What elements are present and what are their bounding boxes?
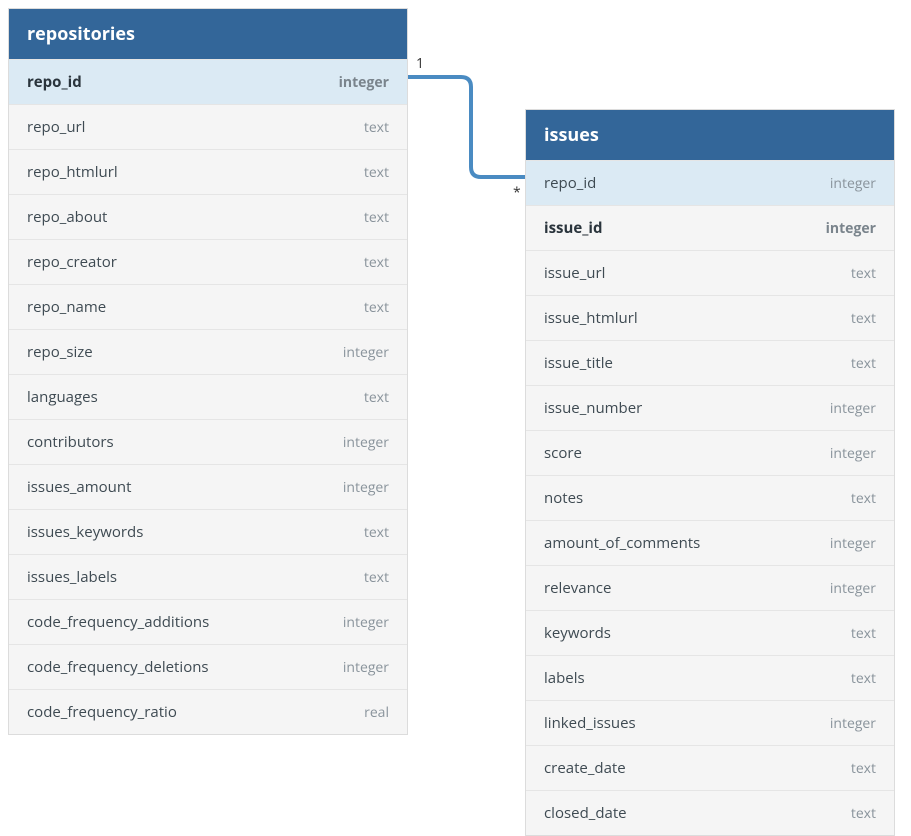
- column-row: keywords text: [526, 610, 894, 655]
- column-row: languages text: [9, 374, 407, 419]
- column-row: notes text: [526, 475, 894, 520]
- column-name: issue_title: [544, 353, 613, 373]
- column-name: languages: [27, 387, 98, 407]
- column-name: repo_about: [27, 207, 107, 227]
- column-type: text: [364, 298, 389, 317]
- column-row: repo_id integer: [9, 59, 407, 104]
- column-row: repo_name text: [9, 284, 407, 329]
- column-row: repo_id integer: [526, 160, 894, 205]
- column-type: real: [364, 703, 389, 722]
- column-row: issue_title text: [526, 340, 894, 385]
- column-row: repo_creator text: [9, 239, 407, 284]
- column-row: code_frequency_ratio real: [9, 689, 407, 734]
- column-name: amount_of_comments: [544, 533, 700, 553]
- column-type: text: [364, 523, 389, 542]
- column-type: integer: [343, 478, 389, 497]
- column-type: integer: [826, 219, 876, 238]
- column-row: code_frequency_deletions integer: [9, 644, 407, 689]
- column-name: relevance: [544, 578, 611, 598]
- column-type: text: [364, 208, 389, 227]
- column-row: create_date text: [526, 745, 894, 790]
- column-type: integer: [343, 613, 389, 632]
- column-type: text: [364, 118, 389, 137]
- column-name: notes: [544, 488, 583, 508]
- column-name: issues_keywords: [27, 522, 143, 542]
- column-name: closed_date: [544, 803, 627, 823]
- column-name: repo_name: [27, 297, 106, 317]
- column-name: code_frequency_deletions: [27, 657, 209, 677]
- table-repositories: repositories repo_idintegerrepo_urltextr…: [8, 8, 408, 735]
- column-row: issue_id integer: [526, 205, 894, 250]
- column-row: labels text: [526, 655, 894, 700]
- column-type: text: [364, 163, 389, 182]
- column-name: repo_id: [27, 72, 82, 92]
- column-name: keywords: [544, 623, 611, 643]
- table-issues-body: repo_idintegerissue_idintegerissue_urlte…: [526, 160, 894, 835]
- column-type: text: [364, 388, 389, 407]
- column-type: integer: [339, 73, 389, 92]
- column-type: integer: [830, 714, 876, 733]
- table-issues-header: issues: [526, 110, 894, 160]
- column-name: issue_htmlurl: [544, 308, 638, 328]
- column-name: contributors: [27, 432, 114, 452]
- column-row: score integer: [526, 430, 894, 475]
- column-name: issue_number: [544, 398, 642, 418]
- column-row: issues_keywords text: [9, 509, 407, 554]
- column-type: text: [364, 253, 389, 272]
- column-type: integer: [343, 433, 389, 452]
- column-row: amount_of_comments integer: [526, 520, 894, 565]
- column-name: repo_url: [27, 117, 85, 137]
- table-issues: issues repo_idintegerissue_idintegerissu…: [525, 109, 895, 836]
- column-type: integer: [830, 174, 876, 193]
- column-type: integer: [343, 343, 389, 362]
- relationship-connector: [408, 72, 526, 182]
- column-name: issues_labels: [27, 567, 117, 587]
- column-name: score: [544, 443, 582, 463]
- column-row: issues_amount integer: [9, 464, 407, 509]
- column-row: issue_url text: [526, 250, 894, 295]
- column-type: integer: [830, 579, 876, 598]
- column-row: code_frequency_additions integer: [9, 599, 407, 644]
- column-name: repo_htmlurl: [27, 162, 118, 182]
- column-row: issues_labels text: [9, 554, 407, 599]
- column-type: text: [851, 309, 876, 328]
- table-repositories-body: repo_idintegerrepo_urltextrepo_htmlurlte…: [9, 59, 407, 734]
- column-name: linked_issues: [544, 713, 636, 733]
- column-row: issue_htmlurl text: [526, 295, 894, 340]
- column-name: issues_amount: [27, 477, 131, 497]
- column-type: text: [851, 759, 876, 778]
- column-name: issue_id: [544, 218, 602, 238]
- column-name: issue_url: [544, 263, 605, 283]
- column-type: text: [851, 489, 876, 508]
- column-row: repo_htmlurl text: [9, 149, 407, 194]
- column-row: contributors integer: [9, 419, 407, 464]
- column-row: repo_size integer: [9, 329, 407, 374]
- column-type: integer: [830, 534, 876, 553]
- column-row: closed_date text: [526, 790, 894, 835]
- column-name: repo_id: [544, 173, 596, 193]
- column-type: integer: [830, 444, 876, 463]
- column-row: repo_url text: [9, 104, 407, 149]
- column-name: code_frequency_ratio: [27, 702, 177, 722]
- column-row: repo_about text: [9, 194, 407, 239]
- column-type: text: [851, 354, 876, 373]
- cardinality-many: *: [513, 183, 521, 202]
- column-name: create_date: [544, 758, 626, 778]
- column-name: repo_creator: [27, 252, 117, 272]
- column-type: integer: [830, 399, 876, 418]
- column-name: code_frequency_additions: [27, 612, 209, 632]
- column-type: text: [364, 568, 389, 587]
- table-repositories-header: repositories: [9, 9, 407, 59]
- column-name: repo_size: [27, 342, 93, 362]
- column-name: labels: [544, 668, 585, 688]
- column-row: relevance integer: [526, 565, 894, 610]
- column-type: integer: [343, 658, 389, 677]
- column-row: issue_number integer: [526, 385, 894, 430]
- column-row: linked_issues integer: [526, 700, 894, 745]
- column-type: text: [851, 264, 876, 283]
- column-type: text: [851, 624, 876, 643]
- cardinality-one: 1: [416, 54, 424, 73]
- column-type: text: [851, 669, 876, 688]
- column-type: text: [851, 804, 876, 823]
